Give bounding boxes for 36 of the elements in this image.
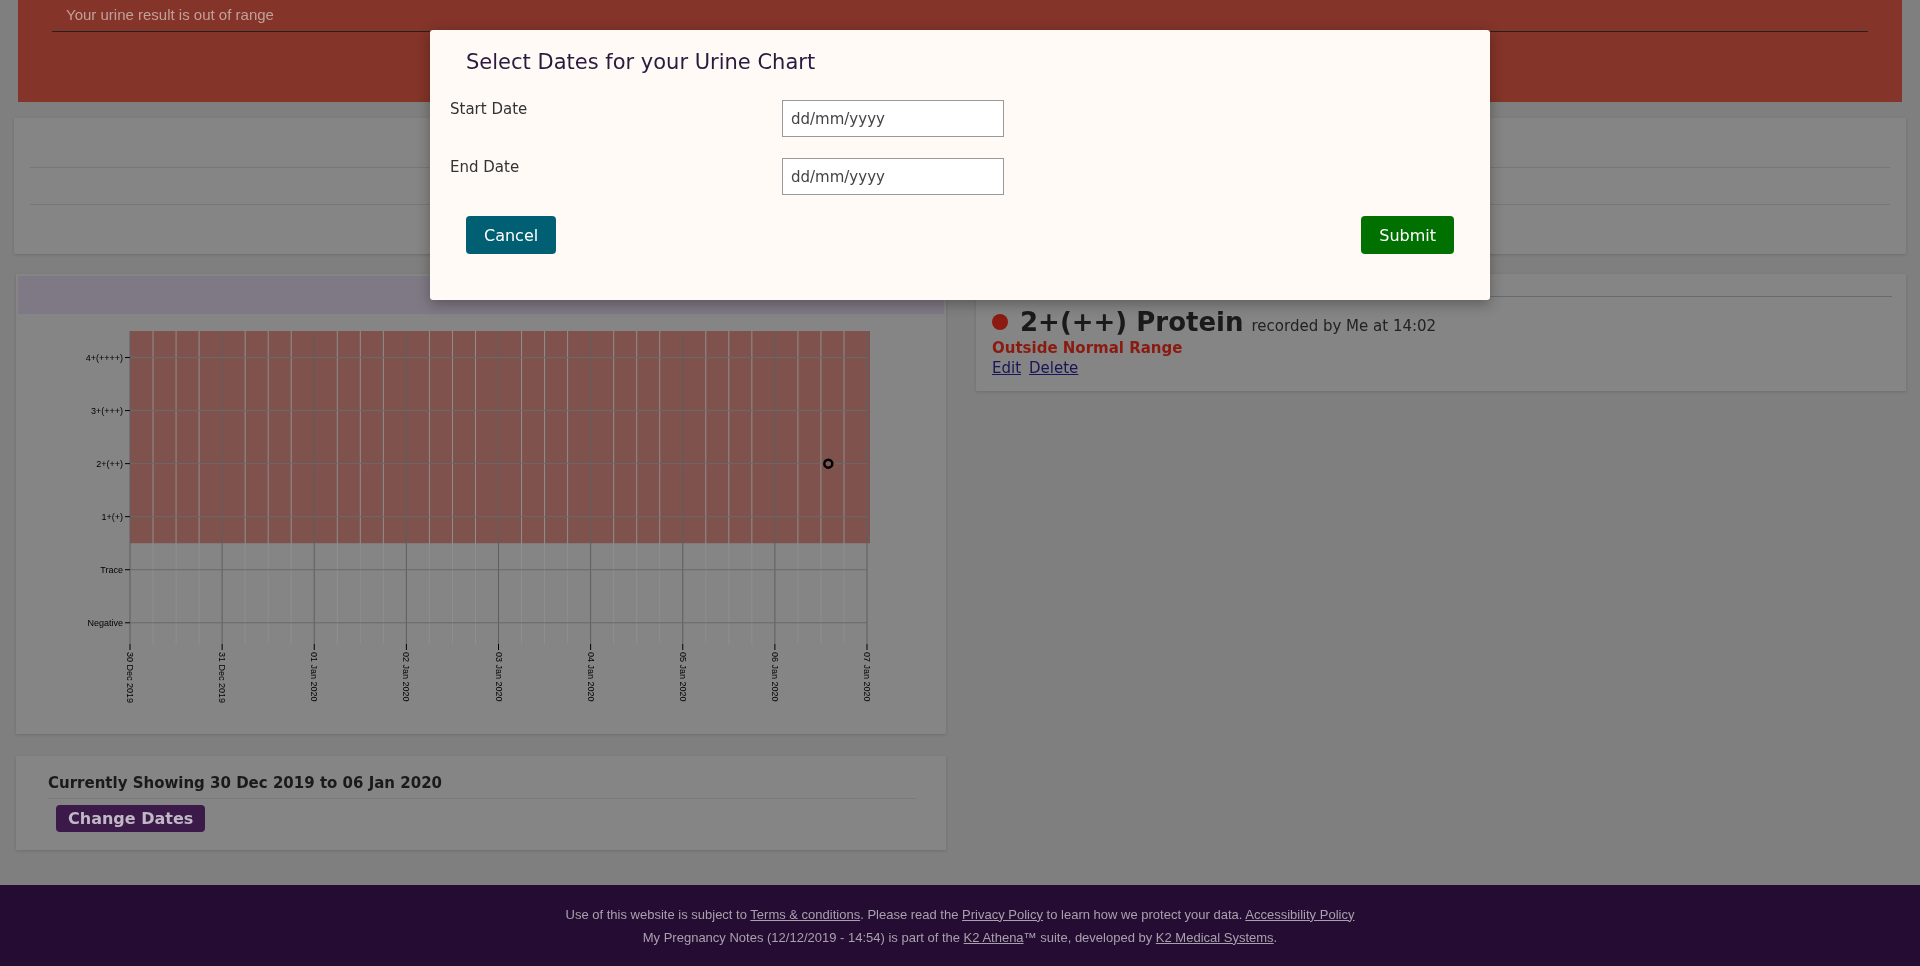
tick-label: 3+(+++)	[90, 405, 123, 416]
submit-button[interactable]: Submit	[1361, 216, 1454, 254]
status-text: Outside Normal Range	[992, 339, 1184, 357]
field-label: End Date	[450, 158, 521, 176]
action-link[interactable]: Edit	[992, 359, 1022, 377]
date-range-text: Currently Showing 30 Dec 2019 to 06 Jan 2020	[48, 774, 916, 799]
action-link[interactable]: Delete	[1029, 359, 1079, 377]
footer-text: My Pregnancy Notes (12/12/2019 - 14:54) is part of the K2 Athena™ suite, developed by K2 Medical Systems.	[642, 929, 1278, 945]
date-field[interactable]: dd/mm/yyyy	[782, 100, 1004, 137]
recorded-text: recorded by Me at 14:02	[1251, 317, 1437, 335]
footer-link[interactable]: K2 Athena	[963, 929, 1024, 945]
tick-label: 31 Dec 2019	[217, 652, 228, 704]
tick-label: 02 Jan 2020	[401, 652, 412, 702]
tick-label: 2+(++)	[96, 458, 123, 469]
tick-label: 07 Jan 2020	[862, 652, 872, 702]
dialog-title: Select Dates for your Urine Chart	[466, 50, 817, 74]
tick-label: 05 Jan 2020	[677, 652, 688, 702]
tick-label: 30 Dec 2019	[125, 652, 135, 704]
footer-text: Use of this website is subject to Terms & conditions. Please read the Privacy Policy to learn how we protect your data. Accessibility Policy	[565, 906, 1355, 922]
tick-label: Negative	[87, 617, 123, 628]
change-dates-button[interactable]: Change Dates	[56, 805, 206, 832]
tick-label: Trace	[100, 564, 123, 575]
tick-label: 01 Jan 2020	[309, 652, 320, 702]
footer-link[interactable]: K2 Medical Systems	[1155, 929, 1274, 945]
footer-link[interactable]: Privacy Policy	[962, 906, 1043, 922]
footer-link[interactable]: Accessibility Policy	[1245, 906, 1355, 922]
tick-label: 04 Jan 2020	[585, 652, 596, 702]
field-label: Start Date	[450, 100, 529, 118]
cancel-button[interactable]: Cancel	[466, 216, 557, 254]
tick-label: 4+(++++)	[85, 352, 123, 363]
tick-label: 03 Jan 2020	[493, 652, 504, 702]
alert-message: Your urine result is out of range	[65, 5, 275, 25]
tick-label: 06 Jan 2020	[769, 652, 780, 702]
result-value: 2+(++) Protein	[1020, 307, 1244, 337]
tick-label: 1+(+)	[101, 511, 123, 522]
date-field[interactable]: dd/mm/yyyy	[782, 158, 1004, 195]
